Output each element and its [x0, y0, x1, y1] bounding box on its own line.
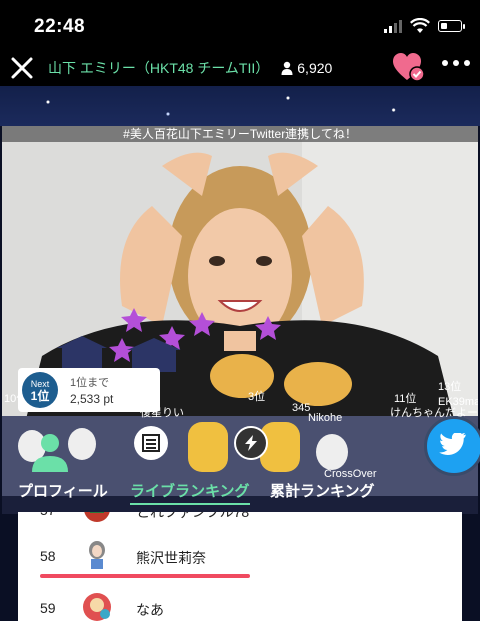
avatar — [84, 512, 110, 522]
rank-number: 57 — [40, 512, 56, 518]
list-icon — [142, 434, 160, 452]
viewer-count: 6,920 — [281, 60, 332, 76]
rank-name: 熊沢世莉奈 — [136, 550, 206, 566]
tab-total-ranking[interactable]: 累計ランキング — [270, 480, 375, 501]
ranking-list[interactable]: 57 とれファンフル78 58 熊沢世莉奈 59 なあ — [18, 512, 462, 621]
gift-label: Nikohe — [308, 412, 343, 424]
tab-profile[interactable]: プロフィール — [18, 480, 108, 501]
close-button[interactable] — [8, 54, 36, 82]
list-item[interactable]: 58 熊沢世莉奈 — [18, 538, 462, 578]
signal-icon — [384, 19, 402, 33]
status-time: 22:48 — [34, 16, 86, 37]
more-button[interactable] — [442, 60, 470, 66]
close-icon — [11, 57, 33, 79]
next-badge-top: Next — [30, 379, 50, 389]
lightning-button[interactable] — [234, 426, 268, 460]
next-badge-rank: 1位 — [30, 389, 50, 403]
person-icon — [281, 61, 293, 75]
battery-icon — [438, 20, 465, 32]
tab-live-ranking[interactable]: ライブランキング — [130, 480, 250, 505]
rank-number: 59 — [40, 600, 56, 616]
list-item[interactable]: 57 とれファンフル78 — [18, 512, 462, 530]
gift-label: CrossOver — [324, 468, 377, 480]
highlight-underline — [40, 574, 250, 578]
avatar — [89, 541, 105, 569]
twitter-button[interactable] — [424, 416, 480, 476]
rank-name: とれファンフル78 — [136, 512, 250, 520]
gift-label: EK39ma — [438, 396, 478, 408]
next-rank-label: 1位まで — [70, 377, 110, 389]
rank-number: 58 — [40, 548, 56, 564]
status-bar: 22:48 — [0, 0, 480, 50]
more-dots-icon — [442, 60, 448, 66]
next-rank-badge: Next 1位 — [22, 372, 58, 408]
gift-label: 13位 — [438, 381, 462, 393]
room-header: 山下 エミリー（HKT48 チームTII） 6,920 — [0, 50, 480, 86]
room-title: 山下 エミリー（HKT48 チームTII） — [48, 60, 270, 76]
stream-banner: #美人百花山下エミリーTwitter連携してね！ — [2, 126, 478, 142]
rank-name: なあ — [136, 602, 164, 618]
avatar — [83, 593, 111, 621]
favorite-button[interactable] — [392, 52, 426, 84]
starry-background — [0, 86, 480, 126]
status-icons — [384, 18, 465, 34]
lightning-icon — [245, 435, 257, 451]
heart-check-icon — [393, 53, 425, 82]
ranking-tabs: プロフィール ライブランキング 累計ランキング — [0, 480, 480, 508]
wifi-icon — [410, 18, 430, 33]
person-silhouette-icon — [32, 434, 68, 472]
twitter-icon — [439, 433, 466, 455]
next-rank-chip[interactable]: Next 1位 1位まで 2,533 pt — [18, 368, 160, 412]
viewer-count-value: 6,920 — [297, 60, 333, 76]
gift-label: 3位 — [248, 391, 266, 403]
profile-button[interactable] — [28, 430, 72, 474]
list-button[interactable] — [134, 426, 168, 460]
list-item[interactable]: 59 なあ — [18, 588, 462, 621]
next-rank-points: 2,533 pt — [70, 392, 114, 406]
